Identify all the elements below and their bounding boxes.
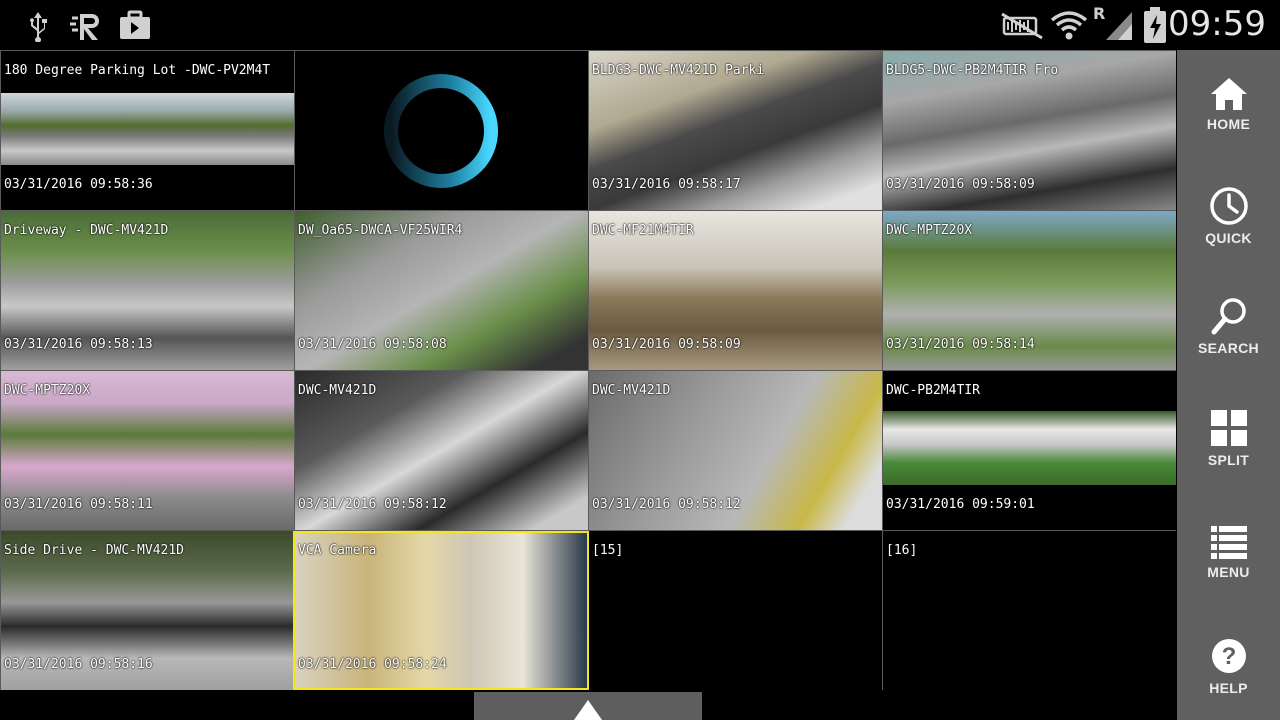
camera-tile[interactable]: BLDG5-DWC-PB2M4TIR Fro 03/31/2016 09:58:… bbox=[883, 51, 1176, 210]
camera-name: Driveway - DWC-MV421D bbox=[4, 223, 169, 238]
camera-feed bbox=[1, 93, 294, 165]
quick-button[interactable]: QUICK bbox=[1177, 186, 1280, 286]
camera-name: VCA Camera bbox=[298, 543, 377, 558]
camera-name: [16] bbox=[886, 543, 918, 558]
camera-timestamp: 03/31/2016 09:58:13 bbox=[4, 337, 153, 352]
camera-feed bbox=[883, 411, 1176, 485]
camera-tile[interactable]: DWC-MF21M4TIR 03/31/2016 09:58:09 bbox=[589, 211, 882, 370]
home-icon bbox=[1210, 78, 1247, 110]
grid-split-icon bbox=[1210, 410, 1247, 446]
help-icon: ? bbox=[1211, 639, 1246, 673]
signal-icon bbox=[1104, 10, 1134, 46]
help-label: HELP bbox=[1209, 680, 1248, 696]
status-bar: R 09:59 bbox=[0, 0, 1280, 50]
camera-name: DWC-MPTZ20X bbox=[4, 383, 91, 398]
camera-name: DWC-MV421D bbox=[298, 383, 377, 398]
camera-name: 180 Degree Parking Lot -DWC-PV2M4T bbox=[4, 63, 271, 78]
camera-timestamp: 03/31/2016 09:58:24 bbox=[298, 657, 447, 672]
camera-name: DWC-MF21M4TIR bbox=[592, 223, 694, 238]
chevron-up-icon bbox=[574, 700, 602, 720]
wifi-icon bbox=[1050, 10, 1088, 46]
mute-icon bbox=[998, 12, 1046, 44]
camera-timestamp: 03/31/2016 09:59:01 bbox=[886, 497, 1035, 512]
camera-timestamp: 03/31/2016 09:58:14 bbox=[886, 337, 1035, 352]
search-icon bbox=[1211, 298, 1246, 335]
camera-tile[interactable] bbox=[295, 51, 588, 210]
svg-text:?: ? bbox=[1221, 643, 1236, 670]
home-label: HOME bbox=[1206, 116, 1251, 132]
briefcase-icon bbox=[119, 10, 151, 44]
camera-tile[interactable]: Driveway - DWC-MV421D 03/31/2016 09:58:1… bbox=[1, 211, 294, 370]
camera-tile-empty[interactable]: [15] bbox=[589, 531, 882, 690]
camera-name: BLDG5-DWC-PB2M4TIR Fro bbox=[886, 63, 1059, 78]
camera-name: DWC-MV421D bbox=[592, 383, 671, 398]
camera-tile[interactable]: DWC-PB2M4TIR 03/31/2016 09:59:01 bbox=[883, 371, 1176, 530]
camera-tile[interactable]: DWC-MPTZ20X 03/31/2016 09:58:11 bbox=[1, 371, 294, 530]
camera-timestamp: 03/31/2016 09:58:09 bbox=[592, 337, 741, 352]
usb-icon bbox=[26, 10, 50, 46]
camera-timestamp: 03/31/2016 09:58:17 bbox=[592, 177, 741, 192]
battery-charging-icon bbox=[1142, 6, 1168, 48]
list-menu-icon bbox=[1210, 526, 1247, 559]
camera-tile[interactable]: DWC-MV421D 03/31/2016 09:58:12 bbox=[295, 371, 588, 530]
camera-name: DW_Oa65-DWCA-VF25WIR4 bbox=[298, 223, 463, 238]
camera-tile[interactable]: DWC-MV421D 03/31/2016 09:58:12 bbox=[589, 371, 882, 530]
camera-timestamp: 03/31/2016 09:58:08 bbox=[298, 337, 447, 352]
camera-tile[interactable]: VCA Camera 03/31/2016 09:58:24 bbox=[293, 531, 589, 690]
split-button[interactable]: SPLIT bbox=[1177, 408, 1280, 508]
camera-tile[interactable]: Side Drive - DWC-MV421D 03/31/2016 09:58… bbox=[1, 531, 294, 690]
search-label: SEARCH bbox=[1198, 340, 1259, 356]
camera-name: BLDG3-DWC-MV421D Parki bbox=[592, 63, 765, 78]
camera-grid: 180 Degree Parking Lot -DWC-PV2M4T 03/31… bbox=[0, 50, 1176, 690]
help-button[interactable]: ? HELP bbox=[1177, 636, 1280, 720]
clock-time: 09:59 bbox=[1168, 4, 1266, 44]
camera-timestamp: 03/31/2016 09:58:09 bbox=[886, 177, 1035, 192]
camera-tile[interactable]: BLDG3-DWC-MV421D Parki 03/31/2016 09:58:… bbox=[589, 51, 882, 210]
camera-timestamp: 03/31/2016 09:58:16 bbox=[4, 657, 153, 672]
camera-name: Side Drive - DWC-MV421D bbox=[4, 543, 185, 558]
camera-timestamp: 03/31/2016 09:58:36 bbox=[4, 177, 153, 192]
clock-icon bbox=[1209, 187, 1248, 225]
quick-label: QUICK bbox=[1205, 230, 1252, 246]
remote-icon bbox=[68, 10, 104, 46]
camera-timestamp: 03/31/2016 09:58:12 bbox=[592, 497, 741, 512]
side-menu: HOME QUICK SEARCH SPLIT MENU ? HELP bbox=[1177, 50, 1280, 720]
camera-timestamp: 03/31/2016 09:58:11 bbox=[4, 497, 153, 512]
camera-tile[interactable]: DW_Oa65-DWCA-VF25WIR4 03/31/2016 09:58:0… bbox=[295, 211, 588, 370]
expand-panel-button[interactable] bbox=[474, 692, 702, 720]
camera-tile-empty[interactable]: [16] bbox=[883, 531, 1176, 690]
menu-button[interactable]: MENU bbox=[1177, 524, 1280, 624]
search-button[interactable]: SEARCH bbox=[1177, 296, 1280, 396]
camera-name: [15] bbox=[592, 543, 624, 558]
camera-tile[interactable]: 180 Degree Parking Lot -DWC-PV2M4T 03/31… bbox=[1, 51, 294, 210]
menu-label: MENU bbox=[1207, 564, 1250, 580]
camera-timestamp: 03/31/2016 09:58:12 bbox=[298, 497, 447, 512]
home-button[interactable]: HOME bbox=[1177, 76, 1280, 176]
loading-spinner-icon bbox=[384, 74, 498, 188]
camera-name: DWC-PB2M4TIR bbox=[886, 383, 980, 398]
camera-name: DWC-MPTZ20X bbox=[886, 223, 973, 238]
split-label: SPLIT bbox=[1207, 452, 1250, 468]
camera-tile[interactable]: DWC-MPTZ20X 03/31/2016 09:58:14 bbox=[883, 211, 1176, 370]
